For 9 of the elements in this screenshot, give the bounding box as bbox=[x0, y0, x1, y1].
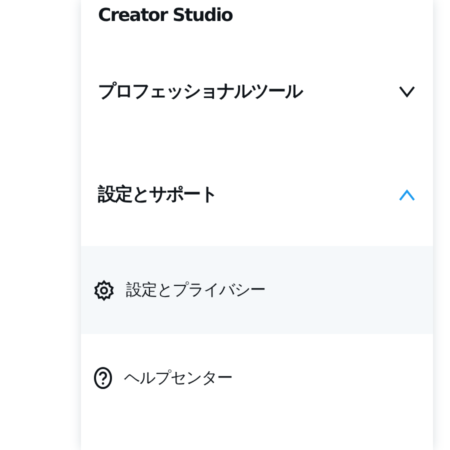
section-label: プロフェッショナルツール bbox=[98, 80, 302, 104]
section-header[interactable]: 設定とサポート bbox=[81, 143, 433, 246]
section-header[interactable]: プロフェッショナルツール bbox=[81, 40, 433, 143]
menu-item[interactable]: Creator Studio bbox=[81, 0, 433, 40]
menu-item[interactable]: ヘルプセンター bbox=[81, 334, 433, 422]
settings-icon bbox=[94, 280, 114, 300]
section-label: 設定とサポート bbox=[98, 183, 217, 207]
help-icon bbox=[94, 367, 112, 389]
menu-item[interactable]: 設定とプライバシー bbox=[81, 246, 433, 334]
